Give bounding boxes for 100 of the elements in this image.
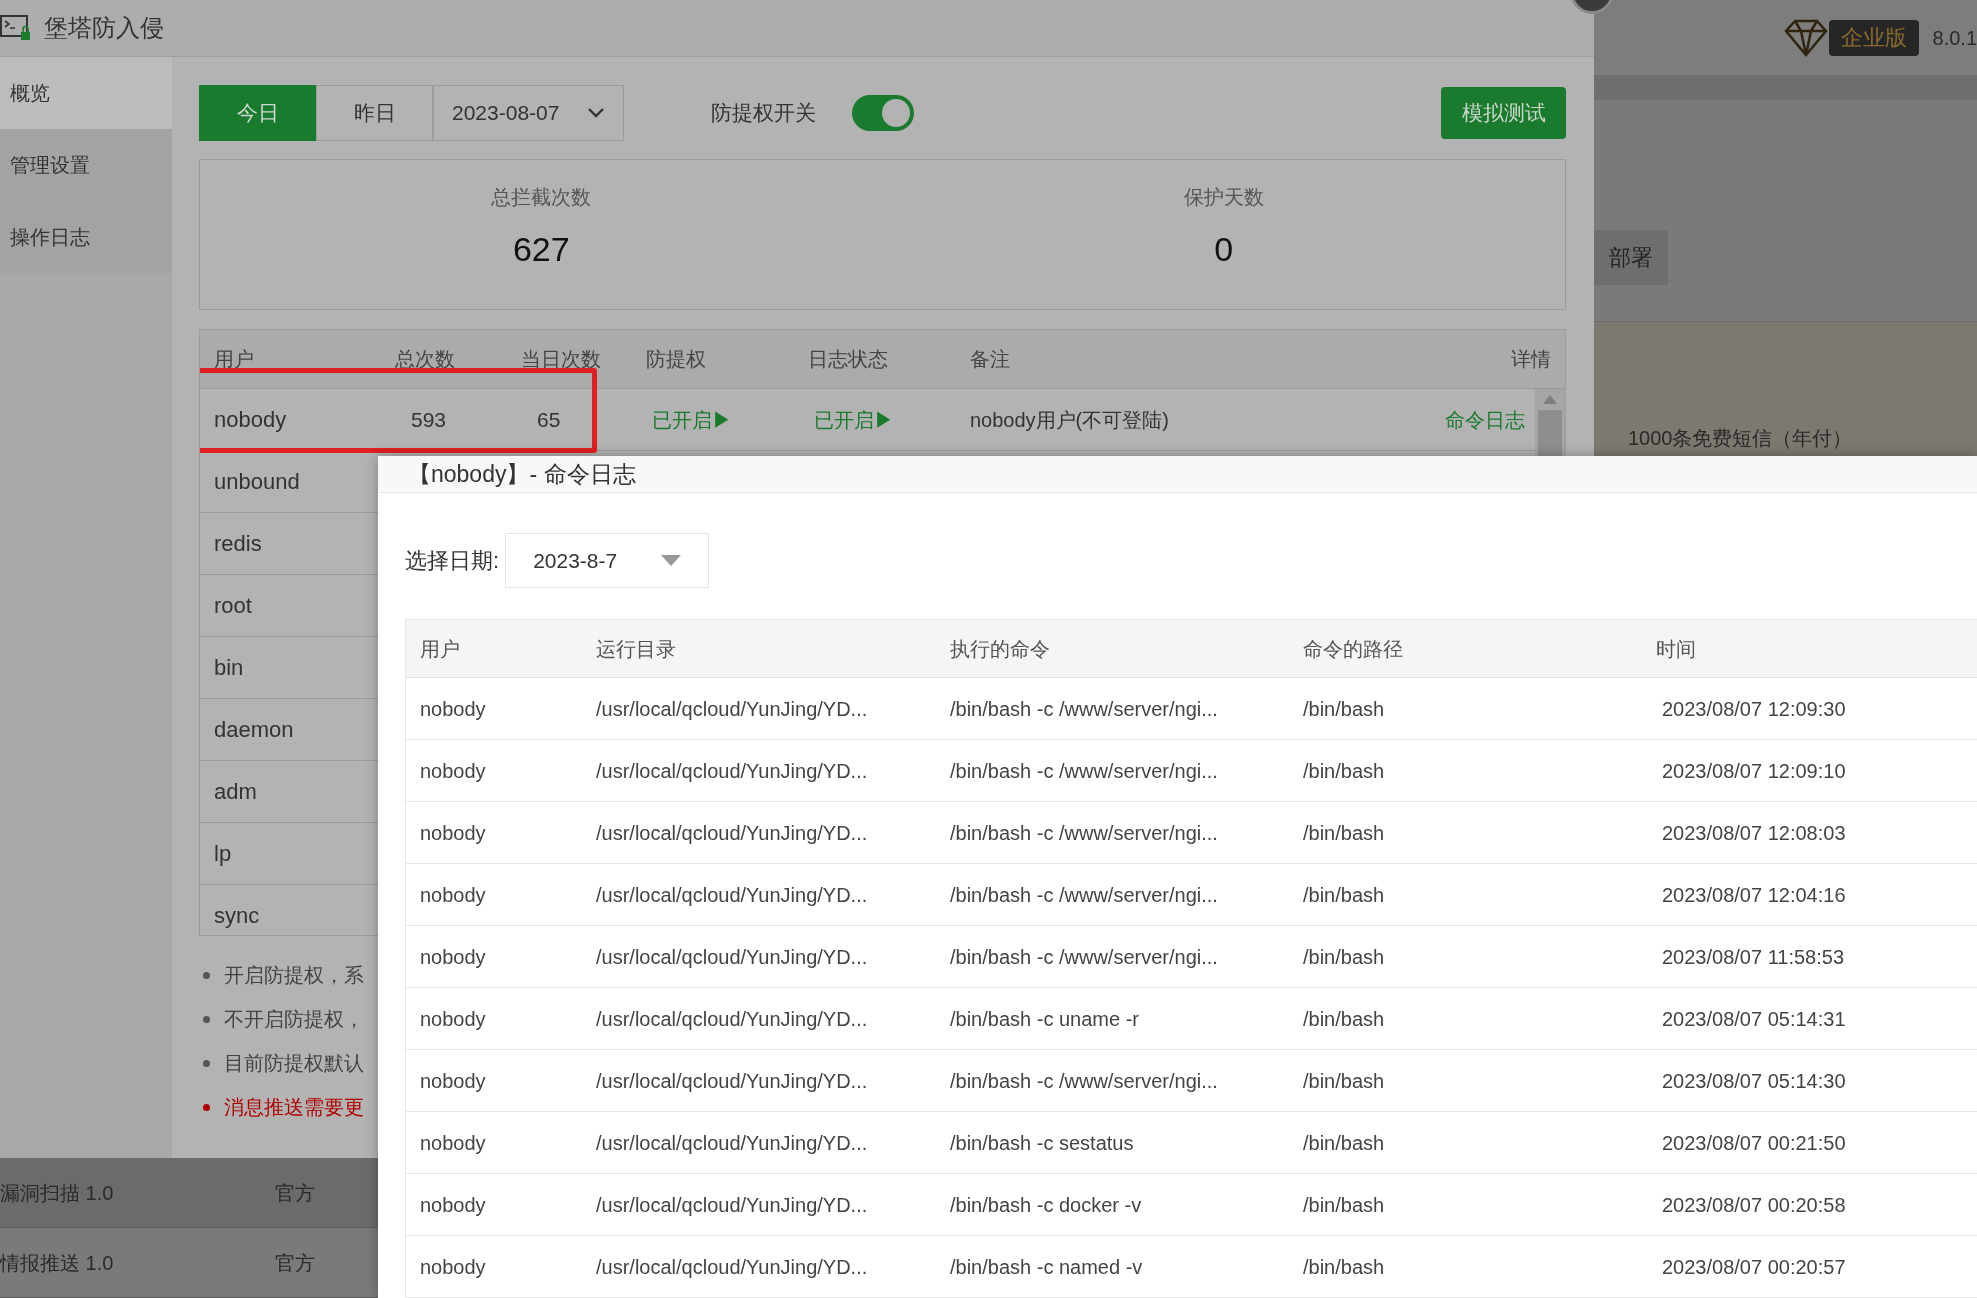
table-cell: 2023/08/07 12:09:10 [1662,759,1846,782]
user-cell: redis [214,531,262,556]
table-cell: 2023/08/07 05:14:30 [1662,1069,1846,1092]
table-cell: 2023/08/07 12:08:03 [1662,821,1846,844]
column-header: 用户 [420,637,460,660]
table-cell: /bin/bash -c /www/server/ngi... [950,883,1218,906]
column-header: 详情 [1511,348,1551,370]
note-cell: nobody用户(不可登陆) [970,408,1169,431]
caret-down-icon [661,555,682,566]
table-cell: /bin/bash [1303,945,1385,968]
column-header: 日志状态 [808,348,888,370]
table-cell: /bin/bash [1303,1007,1385,1030]
column-header: 备注 [970,348,1010,370]
table-cell: nobody [420,1069,486,1092]
user-cell: sync [214,903,260,928]
table-cell: 2023/08/07 00:21:50 [1662,1131,1846,1154]
user-cell: adm [214,779,257,804]
user-cell: lp [214,841,232,866]
table-cell: /usr/local/qcloud/YunJing/YD... [596,1193,868,1216]
plugin-author: 官方 [275,1250,315,1276]
simulate-test-button[interactable]: 模拟测试 [1441,86,1566,139]
note-text: 目前防提权默认 [224,1051,364,1076]
today-count: 65 [537,407,561,431]
table-cell: 2023/08/07 11:58:53 [1662,945,1845,968]
deploy-button[interactable]: 部署 [1594,230,1668,285]
note-text: 不开启防提权， [224,1007,364,1032]
stat-label: 保护天数 [1183,185,1264,210]
column-header: 当日次数 [521,348,601,370]
chevron-down-icon [587,106,605,119]
privilege-switch[interactable] [852,94,914,131]
scroll-up-icon[interactable] [1543,395,1557,404]
column-header: 用户 [214,348,254,370]
table-cell: 2023/08/07 12:09:30 [1662,697,1846,720]
sidebar-item[interactable]: 操作日志 [0,201,172,273]
table-cell: /bin/bash -c named -v [950,1255,1143,1278]
table-cell: nobody [420,759,486,782]
table-cell: nobody [420,1255,486,1278]
version-text: 8.0.1 [1932,25,1977,51]
table-cell: /bin/bash -c /www/server/ngi... [950,945,1218,968]
privilege-status-link[interactable]: 已开启▶ [652,408,732,431]
column-header: 时间 [1656,637,1696,660]
table-cell: /bin/bash -c sestatus [950,1131,1134,1154]
bullet-icon [203,971,210,979]
table-cell: /usr/local/qcloud/YunJing/YD... [596,1069,868,1092]
table-cell: /bin/bash [1303,1069,1385,1092]
bullet-icon [203,1015,210,1023]
terminal-lock-icon [0,14,32,42]
column-header: 命令的路径 [1303,637,1403,660]
note-text: 开启防提权，系 [224,963,364,988]
edition-badge: 企业版 [1828,19,1919,56]
table-cell: /bin/bash [1303,697,1385,720]
note-text: 消息推送需要更 [224,1095,364,1120]
date-dropdown[interactable]: 2023-8-7 [505,533,710,588]
table-cell: 2023/08/07 00:20:57 [1662,1255,1846,1278]
column-header: 执行的命令 [950,637,1050,660]
user-cell: nobody [214,407,287,432]
stat-value: 0 [1214,229,1234,270]
table-cell: /bin/bash [1303,883,1385,906]
day-tab[interactable]: 昨日 [316,84,433,141]
table-cell: /bin/bash -c /www/server/ngi... [950,821,1218,844]
switch-label: 防提权开关 [711,99,816,126]
app-title: 堡塔防入侵 [44,13,164,43]
user-cell: root [214,593,252,618]
table-cell: /usr/local/qcloud/YunJing/YD... [596,1007,868,1030]
sms-offer-text: 1000条免费短信（年付） [1628,427,1853,449]
table-cell: /bin/bash [1303,759,1385,782]
column-header: 防提权 [646,348,706,370]
table-cell: /bin/bash -c /www/server/ngi... [950,697,1218,720]
log-status-link[interactable]: 已开启▶ [814,408,894,431]
table-cell: /bin/bash [1303,1255,1385,1278]
table-cell: nobody [420,1007,486,1030]
plugin-name: 情报推送 1.0 [0,1250,115,1276]
plugin-name: 漏洞扫描 1.0 [0,1180,115,1206]
table-cell: /usr/local/qcloud/YunJing/YD... [596,1131,868,1154]
user-cell: bin [214,655,244,680]
table-cell: nobody [420,697,486,720]
date-select[interactable]: 2023-08-07 [433,84,624,141]
dialog-title: 【nobody】- 命令日志 [408,459,636,489]
table-cell: /usr/local/qcloud/YunJing/YD... [596,1255,868,1278]
table-cell: /bin/bash -c /www/server/ngi... [950,1069,1218,1092]
user-cell: daemon [214,717,294,742]
table-cell: nobody [420,945,486,968]
table-cell: /bin/bash [1303,1193,1385,1216]
table-cell: /bin/bash -c uname -r [950,1007,1139,1030]
stat-label: 总拦截次数 [491,185,592,210]
table-cell: nobody [420,1193,486,1216]
table-cell: /bin/bash -c /www/server/ngi... [950,759,1218,782]
table-cell: /bin/bash [1303,821,1385,844]
bullet-icon [203,1103,210,1111]
day-tab[interactable]: 今日 [199,84,316,141]
table-cell: 2023/08/07 00:20:58 [1662,1193,1846,1216]
command-log-link[interactable]: 命令日志 [1445,408,1525,431]
table-cell: /usr/local/qcloud/YunJing/YD... [596,883,868,906]
table-cell: 2023/08/07 12:04:16 [1662,883,1846,906]
table-cell: nobody [420,821,486,844]
table-cell: /bin/bash -c docker -v [950,1193,1142,1216]
table-cell: nobody [420,1131,486,1154]
sidebar-item[interactable]: 概览 [0,57,172,129]
bullet-icon [203,1059,210,1067]
sidebar-item[interactable]: 管理设置 [0,129,172,201]
